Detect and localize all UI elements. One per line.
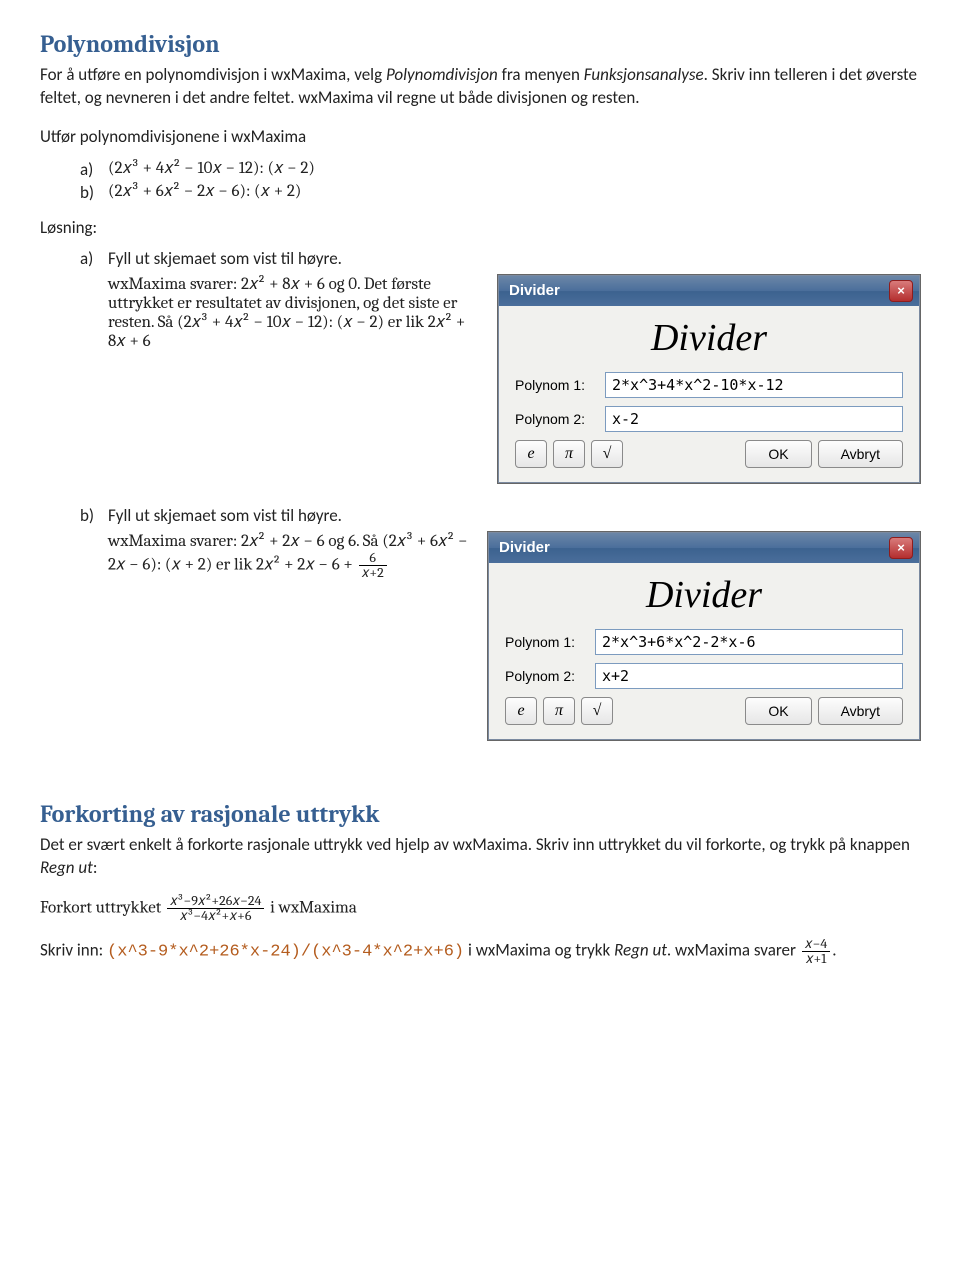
solution-b-lead: b) Fyll ut skjemaet som vist til høyre. [80, 505, 920, 526]
solution-b-text: wxMaxima svarer: 2𝑥² + 2𝑥 − 6 og 6. Så (… [108, 532, 472, 580]
section-title-forkorting: Forkorting av rasjonale uttrykk [40, 800, 920, 828]
ok-button[interactable]: OK [745, 440, 811, 468]
t: wxMaxima svarer: 2𝑥² + 2𝑥 − 6 og 6. Så (… [108, 532, 468, 574]
list-item-b: b) (2𝑥³ + 6𝑥² − 2𝑥 − 6): (𝑥 + 2) [80, 182, 920, 203]
label-polynom1: Polynom 1: [515, 377, 605, 393]
t: i wxMaxima og trykk [464, 939, 614, 960]
t: Forkort uttrykket [40, 898, 165, 917]
cancel-button[interactable]: Avbryt [818, 440, 903, 468]
fraction: 6 𝑥+2 [359, 551, 387, 580]
t-italic: Regn ut [614, 939, 667, 960]
solution-a-lead: a) Fyll ut skjemaet som vist til høyre. [80, 248, 920, 269]
task-intro: Utfør polynomdivisjonene i wxMaxima [40, 126, 920, 149]
dialog-heading: Divider [515, 316, 903, 360]
math-b: (2𝑥³ + 6𝑥² − 2𝑥 − 6): (𝑥 + 2) [108, 182, 301, 203]
close-icon: × [897, 283, 905, 298]
frac-den: 𝑥+1 [802, 952, 830, 966]
dialog-title: Divider [499, 539, 550, 556]
t: : [93, 857, 98, 878]
fraction: 𝑥³−9𝑥²+26𝑥−24 𝑥³−4𝑥²+𝑥+6 [167, 894, 264, 923]
list-item-a: a) (2𝑥³ + 4𝑥² − 10𝑥 − 12): (𝑥 − 2) [80, 159, 920, 180]
t: fra menyen [498, 64, 584, 85]
t: Fyll ut skjemaet som vist til høyre. [108, 248, 342, 269]
t: . [832, 939, 836, 960]
label-polynom2: Polynom 2: [505, 668, 595, 684]
code-input: (x^3-9*x^2+26*x-24)/(x^3-4*x^2+x+6) [107, 942, 464, 961]
close-button[interactable]: × [889, 280, 913, 302]
input-polynom2[interactable] [605, 406, 903, 432]
marker: b) [80, 505, 108, 526]
losning-label: Løsning: [40, 217, 920, 240]
forkorting-code-line: Skriv inn: (x^3-9*x^2+26*x-24)/(x^3-4*x^… [40, 937, 920, 966]
frac-den: 𝑥+2 [359, 566, 387, 580]
marker: b) [80, 182, 108, 203]
dialog-heading: Divider [505, 573, 903, 617]
ok-button[interactable]: OK [745, 697, 811, 725]
t: i wxMaxima [270, 898, 357, 917]
e-button[interactable]: e [505, 697, 537, 725]
forkorting-task: Forkort uttrykket 𝑥³−9𝑥²+26𝑥−24 𝑥³−4𝑥²+𝑥… [40, 894, 920, 923]
t: Fyll ut skjemaet som vist til høyre. [108, 505, 342, 526]
pi-button[interactable]: π [543, 697, 575, 725]
t-italic: Funksjonsanalyse [584, 64, 704, 85]
sqrt-button[interactable]: √ [591, 440, 623, 468]
divider-dialog-b: Divider × Divider Polynom 1: Polynom 2: … [488, 532, 920, 740]
pi-button[interactable]: π [553, 440, 585, 468]
t: . wxMaxima svarer [667, 939, 800, 960]
section-title-polynom: Polynomdivisjon [40, 30, 920, 58]
label-polynom2: Polynom 2: [515, 411, 605, 427]
e-button[interactable]: e [515, 440, 547, 468]
marker: a) [80, 248, 108, 269]
sqrt-button[interactable]: √ [581, 697, 613, 725]
intro-paragraph: For å utføre en polynomdivisjon i wxMaxi… [40, 64, 920, 110]
t: For å utføre en polynomdivisjon i wxMaxi… [40, 64, 386, 85]
input-polynom2[interactable] [595, 663, 903, 689]
fraction: 𝑥−4 𝑥+1 [802, 937, 830, 966]
dialog-title: Divider [509, 282, 560, 299]
solution-a-text: wxMaxima svarer: 2𝑥² + 8𝑥 + 6 og 0. Det … [108, 275, 482, 351]
close-icon: × [897, 540, 905, 555]
dialog-titlebar: Divider × [489, 533, 919, 563]
close-button[interactable]: × [889, 537, 913, 559]
t: Det er svært enkelt å forkorte rasjonale… [40, 834, 910, 855]
t: Skriv inn: [40, 939, 107, 960]
marker: a) [80, 159, 108, 180]
forkorting-intro: Det er svært enkelt å forkorte rasjonale… [40, 834, 920, 880]
label-polynom1: Polynom 1: [505, 634, 595, 650]
math-a: (2𝑥³ + 4𝑥² − 10𝑥 − 12): (𝑥 − 2) [108, 159, 315, 180]
input-polynom1[interactable] [595, 629, 903, 655]
input-polynom1[interactable] [605, 372, 903, 398]
t-italic: Polynomdivisjon [386, 64, 498, 85]
frac-den: 𝑥³−4𝑥²+𝑥+6 [167, 909, 264, 923]
t-italic: Regn ut [40, 857, 93, 878]
cancel-button[interactable]: Avbryt [818, 697, 903, 725]
dialog-titlebar: Divider × [499, 276, 919, 306]
divider-dialog-a: Divider × Divider Polynom 1: Polynom 2: … [498, 275, 920, 483]
